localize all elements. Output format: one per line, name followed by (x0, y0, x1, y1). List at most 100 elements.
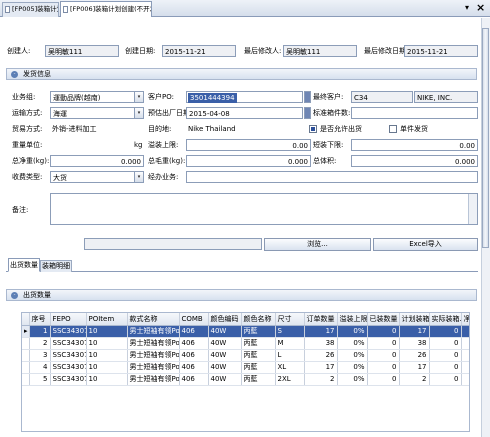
table-cell[interactable]: 10 (86, 325, 128, 338)
table-cell[interactable]: 0% (337, 361, 368, 374)
table-cell[interactable]: 丙藍 (241, 325, 276, 338)
browse-button[interactable]: 浏览... (264, 238, 371, 251)
table-cell[interactable]: 406 (179, 361, 209, 374)
table-cell[interactable]: SSC34307... (50, 361, 87, 374)
row-indicator[interactable] (22, 337, 30, 350)
table-cell[interactable]: 0 (429, 337, 462, 350)
table-cell[interactable] (461, 337, 469, 350)
column-header[interactable]: 净 (461, 313, 469, 326)
column-header[interactable]: 款式名称 (127, 313, 180, 326)
tab-ship-quantity[interactable]: 出货数量 (8, 258, 40, 272)
chevron-down-icon[interactable]: ▾ (134, 92, 143, 102)
table-cell[interactable]: 男士短袖有领Po... (127, 325, 180, 338)
table-cell[interactable]: 男士短袖有领Po... (127, 337, 180, 350)
table-cell[interactable]: 丙藍 (241, 337, 276, 350)
table-row[interactable]: 5 SSC34307... 10 男士短袖有领Po... 406 40W 丙藍 … (22, 373, 469, 386)
customer-po-field[interactable]: 3501444394 (186, 91, 303, 103)
table-cell[interactable]: 2XL (275, 373, 305, 386)
net-weight-field[interactable]: 0.000 (50, 155, 144, 167)
table-cell[interactable]: 0% (337, 325, 368, 338)
table-cell[interactable]: 丙藍 (241, 373, 276, 386)
table-cell[interactable]: 0 (429, 349, 462, 362)
table-cell[interactable]: 男士短袖有领Po... (127, 361, 180, 374)
tab-list-dropdown-icon[interactable]: ▾ (465, 3, 469, 12)
scrollbar-thumb[interactable] (482, 28, 489, 248)
table-cell[interactable]: 40W (208, 349, 242, 362)
row-indicator[interactable] (22, 373, 30, 386)
receipt-type-select[interactable]: 大货 ▾ (50, 171, 144, 183)
table-cell[interactable]: 0 (367, 337, 400, 350)
table-cell[interactable]: 406 (179, 349, 209, 362)
row-indicator[interactable] (22, 349, 30, 362)
column-header[interactable]: 尺寸 (275, 313, 305, 326)
date-picker-button[interactable] (304, 107, 311, 119)
table-row[interactable]: 4 SSC34307... 10 男士短袖有领Po... 406 40W 丙藍 … (22, 361, 469, 374)
transport-select[interactable]: 海運 ▾ (50, 107, 144, 119)
column-header[interactable]: 颜色编码 (208, 313, 242, 326)
table-cell[interactable] (461, 361, 469, 374)
table-cell[interactable]: 38 (304, 337, 338, 350)
table-cell[interactable]: 17 (304, 325, 338, 338)
table-cell[interactable]: 4 (29, 361, 51, 374)
table-cell[interactable]: 406 (179, 373, 209, 386)
table-cell[interactable]: 10 (86, 337, 128, 350)
chevron-down-icon[interactable]: ▾ (134, 172, 143, 182)
table-cell[interactable]: 0% (337, 337, 368, 350)
table-cell[interactable]: 0 (367, 373, 400, 386)
table-cell[interactable]: 2 (304, 373, 338, 386)
table-cell[interactable]: 2 (399, 373, 430, 386)
row-indicator-icon[interactable]: ▸ (22, 325, 30, 338)
table-cell[interactable]: 17 (399, 325, 430, 338)
shipping-section-header[interactable]: - 发货信息 (6, 68, 477, 80)
label-count-field[interactable] (351, 107, 478, 119)
single-ship-checkbox[interactable] (389, 125, 397, 133)
remark-scrollbar[interactable] (468, 194, 477, 224)
tab-packing-details[interactable]: 装箱明细 (40, 260, 72, 272)
overflow-upper-field[interactable]: 0.00 (186, 139, 311, 151)
table-cell[interactable]: 丙藍 (241, 349, 276, 362)
table-cell[interactable]: 10 (86, 373, 128, 386)
est-ship-date-field[interactable]: 2015-04-08 (186, 107, 303, 119)
table-cell[interactable]: M (275, 337, 305, 350)
column-header[interactable]: 订单数量 (304, 313, 338, 326)
column-header[interactable]: COMB (179, 313, 209, 326)
table-cell[interactable]: 38 (399, 337, 430, 350)
table-cell[interactable]: 0 (367, 349, 400, 362)
via-field[interactable] (186, 171, 478, 183)
quantity-section-header[interactable]: - 出货数量 (6, 289, 477, 301)
table-cell[interactable]: 26 (304, 349, 338, 362)
column-header[interactable]: 已装数量 (367, 313, 400, 326)
table-cell[interactable]: 0% (337, 373, 368, 386)
remark-textarea[interactable] (50, 193, 478, 225)
table-cell[interactable]: 男士短袖有领Po... (127, 373, 180, 386)
column-header[interactable]: 溢装上限 (337, 313, 368, 326)
table-cell[interactable]: L (275, 349, 305, 362)
chevron-down-icon[interactable]: ▾ (134, 108, 143, 118)
column-header[interactable]: 序号 (29, 313, 51, 326)
table-cell[interactable]: 406 (179, 325, 209, 338)
tab-fp005[interactable]: [FP005]装箱计划 (2, 2, 59, 17)
table-cell[interactable]: 406 (179, 337, 209, 350)
table-cell[interactable]: 17 (399, 361, 430, 374)
table-cell[interactable]: 40W (208, 373, 242, 386)
business-group-select[interactable]: 運動品牌(越南) ▾ (50, 91, 144, 103)
column-header[interactable]: POItem (86, 313, 128, 326)
collapse-icon[interactable]: - (11, 71, 18, 78)
table-cell[interactable]: 男士短袖有领Po... (127, 349, 180, 362)
table-cell[interactable]: S (275, 325, 305, 338)
allow-split-checkbox[interactable] (309, 125, 317, 133)
table-cell[interactable]: 0% (337, 349, 368, 362)
table-cell[interactable]: SSC34307... (50, 337, 87, 350)
table-cell[interactable] (461, 373, 469, 386)
collapse-icon[interactable]: - (11, 292, 18, 299)
gross-weight-field[interactable]: 0.000 (186, 155, 311, 167)
table-cell[interactable]: 2 (29, 337, 51, 350)
table-row[interactable]: 2 SSC34307... 10 男士短袖有领Po... 406 40W 丙藍 … (22, 337, 469, 350)
table-cell[interactable] (461, 349, 469, 362)
table-cell[interactable]: SSC34307... (50, 349, 87, 362)
table-cell[interactable]: XL (275, 361, 305, 374)
table-cell[interactable]: 0 (429, 373, 462, 386)
table-cell[interactable]: 0 (367, 325, 400, 338)
table-cell[interactable]: 40W (208, 361, 242, 374)
table-cell[interactable]: 10 (86, 361, 128, 374)
